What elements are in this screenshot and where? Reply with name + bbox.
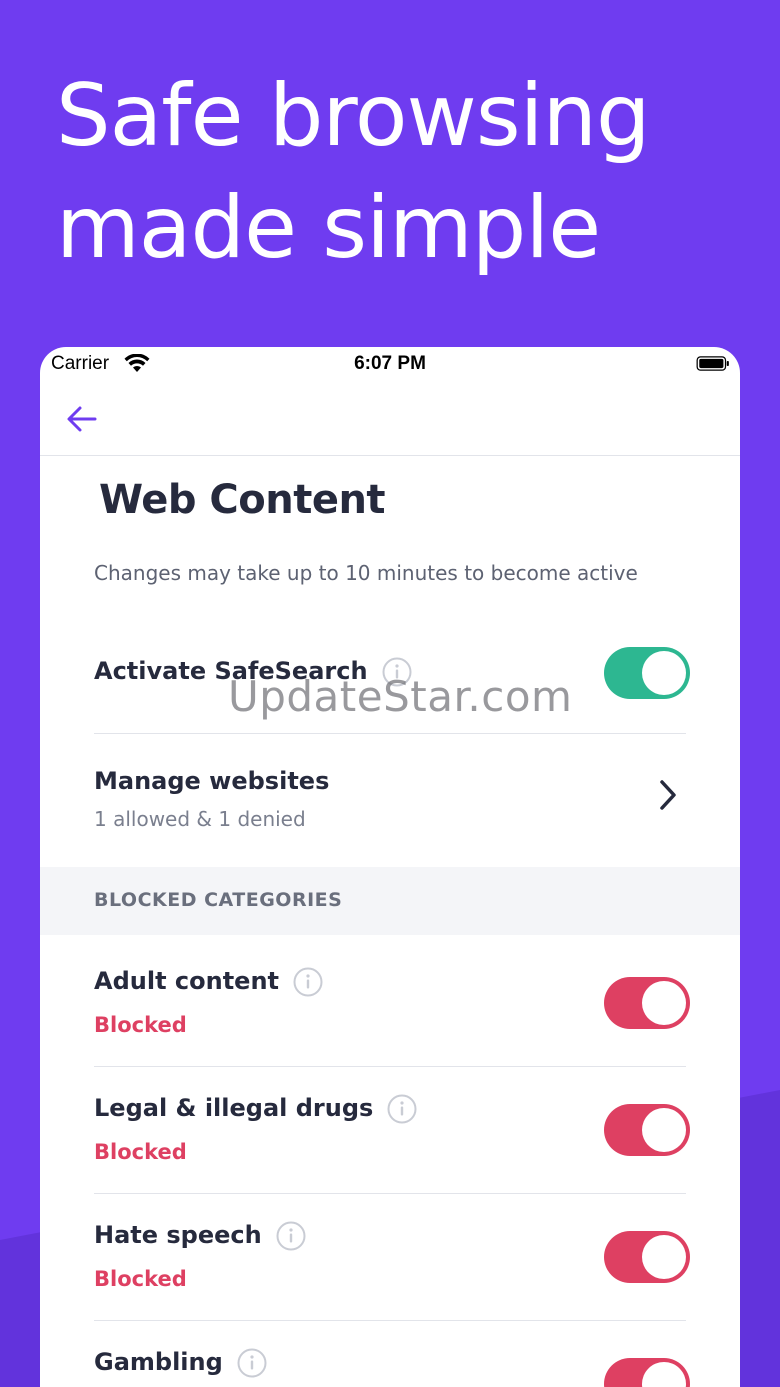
divider bbox=[94, 1066, 686, 1067]
category-label: Gambling bbox=[94, 1348, 223, 1376]
toggle-knob bbox=[642, 981, 686, 1025]
chevron-right-icon bbox=[660, 780, 676, 810]
section-header-label: BLOCKED CATEGORIES bbox=[94, 889, 343, 911]
page-title: Web Content bbox=[99, 477, 386, 523]
promo-headline: Safe browsing made simple bbox=[56, 60, 651, 284]
toggle-knob bbox=[642, 1108, 686, 1152]
safesearch-label: Activate SafeSearch bbox=[94, 657, 368, 685]
hate-speech-toggle[interactable] bbox=[604, 1231, 690, 1283]
safesearch-toggle[interactable] bbox=[604, 647, 690, 699]
category-status: Blocked bbox=[94, 1267, 187, 1291]
safesearch-label-wrap: Activate SafeSearch bbox=[94, 657, 412, 687]
phone-screen: Carrier 6:07 PM Web Content Changes may … bbox=[40, 347, 740, 1387]
category-status: Blocked bbox=[94, 1140, 187, 1164]
divider bbox=[94, 1320, 686, 1321]
toggle-knob bbox=[642, 1362, 686, 1387]
adult-content-toggle[interactable] bbox=[604, 977, 690, 1029]
status-bar: Carrier 6:07 PM bbox=[40, 347, 740, 385]
headline-line-1: Safe browsing bbox=[56, 66, 651, 166]
toggle-knob bbox=[642, 1235, 686, 1279]
info-icon[interactable] bbox=[276, 1221, 306, 1251]
divider bbox=[94, 733, 686, 734]
status-time: 6:07 PM bbox=[354, 353, 426, 374]
category-label: Adult content bbox=[94, 967, 280, 995]
drugs-toggle[interactable] bbox=[604, 1104, 690, 1156]
manage-websites-row[interactable]: Manage websites 1 allowed & 1 denied bbox=[94, 751, 686, 841]
manage-websites-label: Manage websites bbox=[94, 767, 330, 795]
app-store-screenshot: Safe browsing made simple Carrier 6:07 P… bbox=[0, 0, 780, 1387]
category-row-drugs: Legal & illegal drugs Blocked bbox=[94, 1084, 690, 1184]
blocked-categories-header: BLOCKED CATEGORIES bbox=[40, 867, 740, 935]
category-label-wrap: Adult content bbox=[94, 967, 323, 997]
category-label-wrap: Hate speech bbox=[94, 1221, 306, 1251]
category-label: Legal & illegal drugs bbox=[94, 1094, 374, 1122]
category-row-adult-content: Adult content Blocked bbox=[94, 957, 690, 1057]
category-label: Hate speech bbox=[94, 1221, 262, 1249]
info-icon[interactable] bbox=[387, 1094, 417, 1124]
divider bbox=[94, 1193, 686, 1194]
battery-icon bbox=[696, 356, 729, 371]
navigation-bar bbox=[40, 385, 740, 456]
category-status: Blocked bbox=[94, 1013, 187, 1037]
category-row-gambling: Gambling bbox=[94, 1338, 690, 1387]
category-label-wrap: Legal & illegal drugs bbox=[94, 1094, 417, 1124]
category-label-wrap: Gambling bbox=[94, 1348, 267, 1378]
safesearch-row: Activate SafeSearch bbox=[94, 645, 690, 705]
gambling-toggle[interactable] bbox=[604, 1358, 690, 1387]
info-icon[interactable] bbox=[293, 967, 323, 997]
headline-line-2: made simple bbox=[56, 178, 601, 278]
toggle-knob bbox=[642, 651, 686, 695]
info-icon[interactable] bbox=[237, 1348, 267, 1378]
manage-websites-summary: 1 allowed & 1 denied bbox=[94, 807, 306, 831]
category-row-hate-speech: Hate speech Blocked bbox=[94, 1211, 690, 1311]
arrow-left-icon bbox=[67, 406, 97, 432]
page-subtitle: Changes may take up to 10 minutes to bec… bbox=[94, 561, 638, 585]
info-icon[interactable] bbox=[382, 657, 412, 687]
back-button[interactable] bbox=[62, 399, 102, 439]
